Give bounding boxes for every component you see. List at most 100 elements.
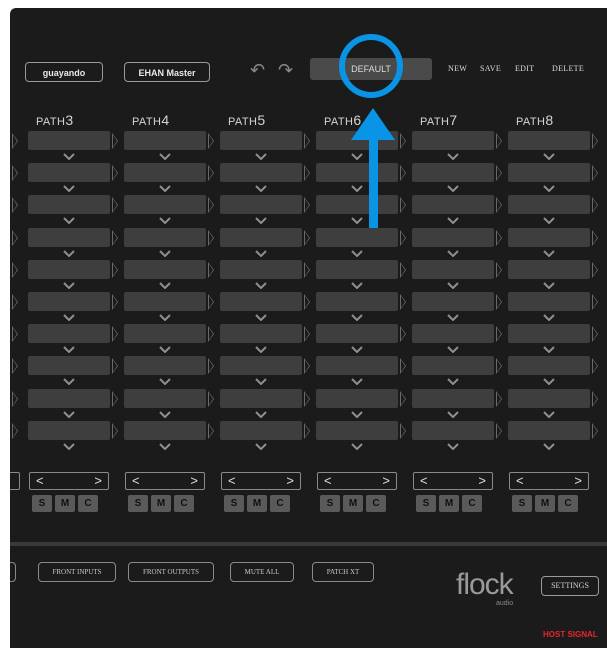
chevron-down-icon[interactable] [447, 346, 459, 354]
patch-slot[interactable] [508, 388, 590, 408]
mute-button[interactable]: M [151, 495, 171, 512]
chevron-down-icon[interactable] [159, 249, 171, 257]
patch-slot[interactable] [412, 292, 494, 311]
chevron-down-icon[interactable] [447, 153, 459, 160]
chevron-down-icon[interactable] [159, 282, 171, 289]
patch-slot[interactable] [412, 356, 494, 376]
clear-button[interactable]: C [270, 495, 290, 512]
chevron-down-icon[interactable] [255, 217, 267, 225]
chevron-down-icon[interactable] [543, 217, 555, 225]
patch-slot[interactable] [412, 227, 494, 247]
next-arrow[interactable]: > [94, 473, 102, 488]
chevron-down-icon[interactable] [63, 185, 75, 193]
mute-button[interactable]: M [55, 495, 75, 512]
chevron-down-icon[interactable] [159, 314, 171, 321]
chevron-down-icon[interactable] [159, 153, 171, 160]
partial-footer-button[interactable] [10, 562, 16, 582]
chevron-down-icon[interactable] [543, 314, 555, 321]
patch-slot[interactable] [124, 131, 206, 150]
patch-slot[interactable] [28, 420, 110, 440]
solo-button[interactable]: S [224, 495, 244, 512]
patch-slot[interactable] [220, 420, 302, 440]
patch-slot[interactable] [412, 324, 494, 344]
patch-slot[interactable] [412, 259, 494, 279]
chevron-down-icon[interactable] [351, 217, 363, 225]
chevron-down-icon[interactable] [351, 410, 363, 418]
chevron-down-icon[interactable] [255, 410, 267, 418]
solo-button[interactable]: S [320, 495, 340, 512]
mute-button[interactable]: M [247, 495, 267, 512]
front-outputs-button[interactable]: FRONT OUTPUTS [128, 562, 214, 582]
chevron-down-icon[interactable] [543, 282, 555, 289]
prev-arrow[interactable]: < [228, 473, 236, 488]
chevron-down-icon[interactable] [63, 217, 75, 225]
chevron-down-icon[interactable] [255, 314, 267, 321]
save-button[interactable]: SAVE [480, 64, 501, 73]
patch-slot[interactable] [28, 356, 110, 376]
patch-slot[interactable] [220, 227, 302, 247]
redo-icon[interactable]: ↷ [278, 60, 293, 81]
patch-slot[interactable] [316, 259, 398, 279]
clear-button[interactable]: C [78, 495, 98, 512]
delete-button[interactable]: DELETE [552, 64, 584, 73]
undo-icon[interactable]: ↶ [250, 60, 265, 81]
patch-slot[interactable] [124, 195, 206, 215]
chevron-down-icon[interactable] [63, 443, 75, 450]
next-arrow[interactable]: > [286, 473, 294, 488]
chevron-down-icon[interactable] [447, 185, 459, 193]
chevron-down-icon[interactable] [543, 346, 555, 354]
chevron-down-icon[interactable] [255, 346, 267, 354]
patch-slot[interactable] [412, 163, 494, 183]
settings-button[interactable]: SETTINGS [541, 576, 599, 596]
chevron-down-icon[interactable] [351, 378, 363, 386]
patch-slot[interactable] [508, 195, 590, 215]
patch-slot[interactable] [28, 163, 110, 183]
patch-slot[interactable] [124, 420, 206, 440]
chevron-down-icon[interactable] [543, 249, 555, 257]
patch-slot[interactable] [508, 259, 590, 279]
solo-button[interactable]: S [128, 495, 148, 512]
patch-slot[interactable] [124, 388, 206, 408]
chevron-down-icon[interactable] [447, 378, 459, 386]
chevron-down-icon[interactable] [447, 443, 459, 450]
patch-slot[interactable] [124, 259, 206, 279]
patch-slot[interactable] [316, 131, 398, 150]
chevron-down-icon[interactable] [255, 153, 267, 160]
chevron-down-icon[interactable] [63, 282, 75, 289]
patch-slot[interactable] [316, 227, 398, 247]
clear-button[interactable]: C [462, 495, 482, 512]
patch-slot[interactable] [316, 388, 398, 408]
prev-arrow[interactable]: < [36, 473, 44, 488]
chevron-down-icon[interactable] [159, 410, 171, 418]
chevron-down-icon[interactable] [447, 282, 459, 289]
patch-slot[interactable] [316, 356, 398, 376]
chevron-down-icon[interactable] [543, 378, 555, 386]
patch-slot[interactable] [508, 131, 590, 150]
chevron-down-icon[interactable] [159, 378, 171, 386]
patch-slot[interactable] [412, 388, 494, 408]
patch-slot[interactable] [28, 131, 110, 150]
chevron-down-icon[interactable] [447, 410, 459, 418]
mute-button[interactable]: M [535, 495, 555, 512]
patch-slot[interactable] [316, 292, 398, 311]
prev-arrow[interactable]: < [420, 473, 428, 488]
chevron-down-icon[interactable] [351, 249, 363, 257]
patch-slot[interactable] [316, 195, 398, 215]
chevron-down-icon[interactable] [447, 249, 459, 257]
patch-slot[interactable] [28, 259, 110, 279]
patch-slot[interactable] [220, 292, 302, 311]
solo-button[interactable]: S [416, 495, 436, 512]
preset-name-field[interactable]: DEFAULT [310, 58, 432, 80]
patch-slot[interactable] [508, 227, 590, 247]
chevron-down-icon[interactable] [63, 314, 75, 321]
next-arrow[interactable]: > [574, 473, 582, 488]
patch-slot[interactable] [412, 195, 494, 215]
patch-xt-button[interactable]: PATCH XT [312, 562, 374, 582]
patch-slot[interactable] [316, 420, 398, 440]
patch-slot[interactable] [508, 163, 590, 183]
patch-slot[interactable] [124, 163, 206, 183]
prev-arrow[interactable]: < [132, 473, 140, 488]
mute-button[interactable]: M [439, 495, 459, 512]
edit-button[interactable]: EDIT [515, 64, 534, 73]
patch-slot[interactable] [220, 324, 302, 344]
